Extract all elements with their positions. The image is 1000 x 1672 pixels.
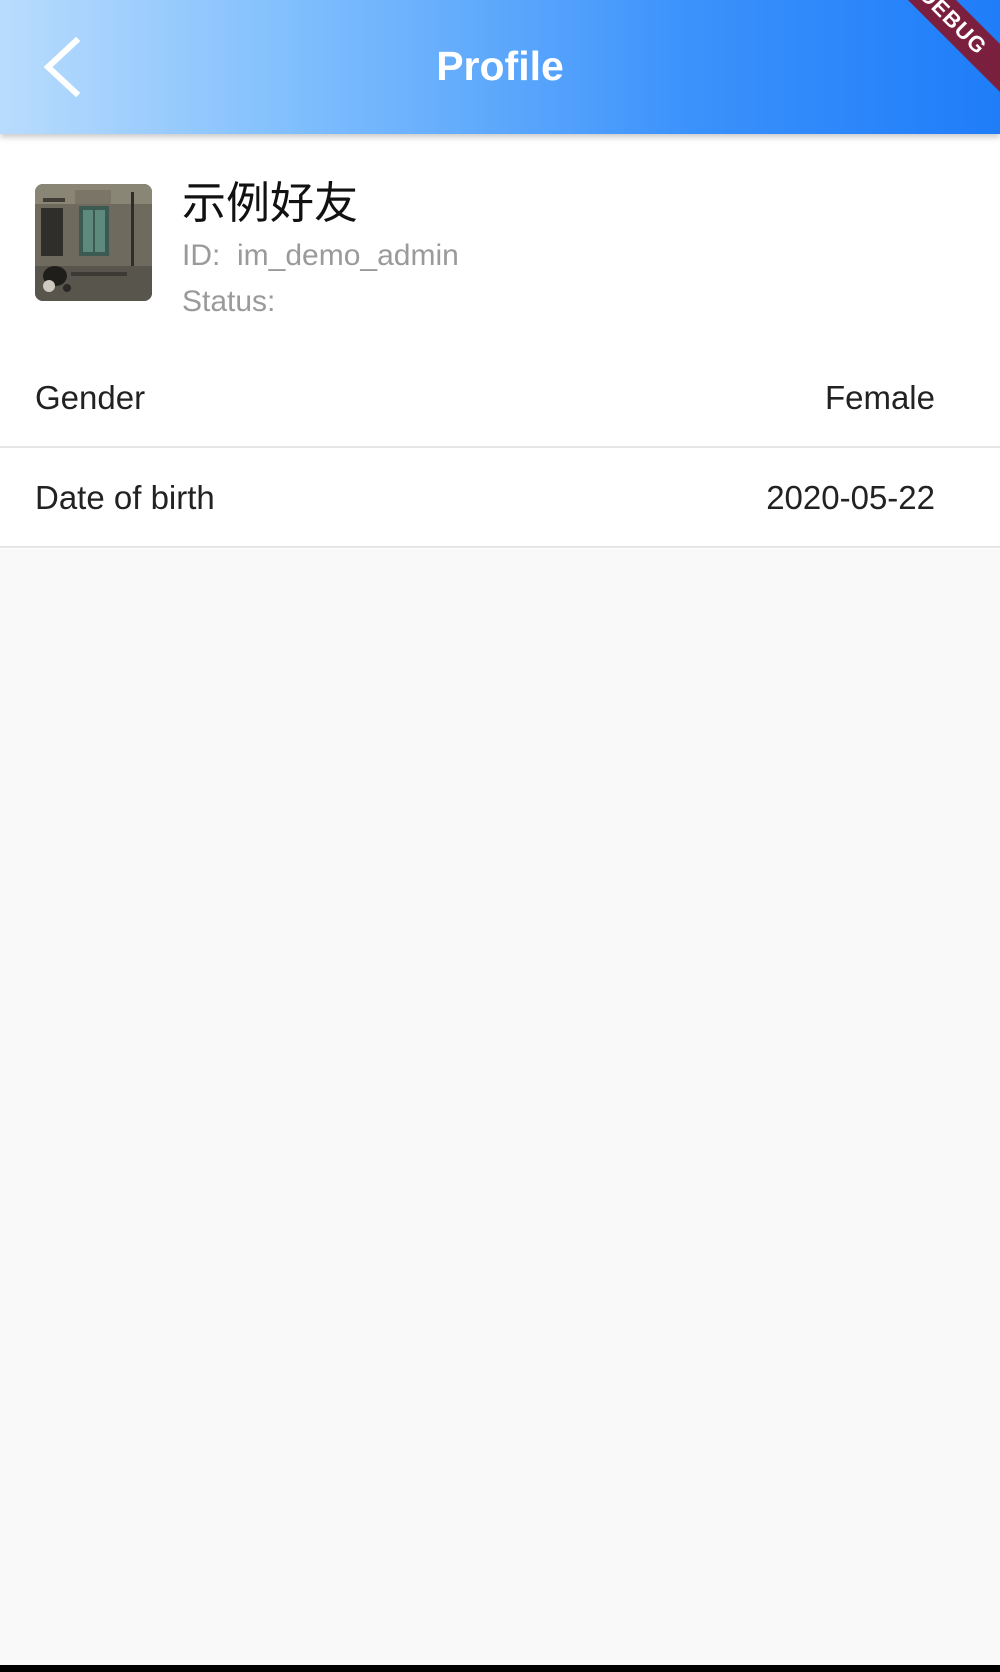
page-title: Profile — [436, 43, 564, 89]
profile-card: 示例好友 ID: im_demo_admin Status: Gender Fe… — [0, 134, 1000, 549]
date-of-birth-value: 2020-05-22 — [766, 479, 935, 516]
gender-label: Gender — [35, 379, 146, 416]
avatar-photo — [35, 184, 152, 301]
app-bar: Profile DEBUG — [0, 0, 1000, 134]
gender-value: Female — [824, 379, 935, 416]
id-value: im_demo_admin — [237, 239, 459, 272]
bottom-edge — [0, 1665, 1000, 1672]
avatar[interactable] — [35, 184, 152, 301]
profile-name: 示例好友 — [182, 178, 358, 229]
gender-row[interactable]: Gender Female — [0, 349, 1000, 448]
profile-id: ID: im_demo_admin — [182, 236, 459, 276]
profile-status: Status: — [182, 282, 275, 322]
date-of-birth-label: Date of birth — [35, 479, 215, 516]
date-of-birth-row[interactable]: Date of birth 2020-05-22 — [0, 449, 1000, 548]
id-label: ID: — [182, 239, 221, 272]
status-label: Status: — [182, 285, 276, 318]
